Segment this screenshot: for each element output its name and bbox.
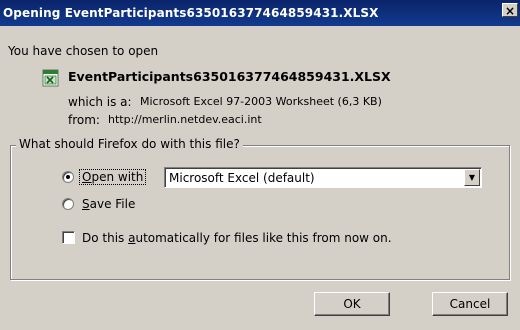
chevron-down-icon: ▼ (468, 173, 476, 182)
open-with-app-select[interactable]: Microsoft Excel (default) ▼ (164, 167, 482, 188)
source-url: http://merlin.netdev.eaci.int (108, 113, 262, 126)
open-with-label[interactable]: Open with (78, 169, 147, 185)
open-with-app-value: Microsoft Excel (default) (169, 171, 315, 185)
close-icon: × (504, 4, 516, 18)
open-with-label-text: pen with (91, 170, 144, 184)
radio-selected-dot (66, 175, 70, 179)
file-type-value: Microsoft Excel 97-2003 Worksheet (6,3 K… (140, 95, 382, 108)
title-bar[interactable]: Opening EventParticipants635016377464859… (0, 0, 520, 26)
open-with-radio[interactable] (62, 171, 74, 183)
save-file-label[interactable]: Save File (82, 197, 135, 211)
file-type-label: which is a: (68, 95, 132, 109)
save-file-radio[interactable] (62, 198, 74, 210)
auto-checkbox-label[interactable]: Do this automatically for files like thi… (82, 231, 392, 245)
auto-label-rest: utomatically for files like this from no… (135, 231, 392, 245)
close-button[interactable]: × (502, 3, 518, 18)
window-title: Opening EventParticipants635016377464859… (3, 6, 379, 20)
file-name: EventParticipants635016377464859431.XLSX (68, 69, 391, 84)
auto-label-pre: Do this (82, 231, 129, 245)
dropdown-button[interactable]: ▼ (464, 169, 480, 186)
action-group-legend: What should Firefox do with this file? (16, 137, 243, 151)
action-groupbox (10, 145, 510, 280)
ok-button[interactable]: OK (314, 292, 390, 316)
cancel-button[interactable]: Cancel (432, 292, 508, 316)
intro-text: You have chosen to open (8, 44, 159, 58)
save-file-label-text: ave File (89, 197, 136, 211)
auto-checkbox[interactable] (62, 231, 75, 244)
source-label: from: (68, 113, 100, 127)
excel-file-icon (42, 69, 59, 87)
save-file-mnemonic: S (82, 197, 90, 211)
